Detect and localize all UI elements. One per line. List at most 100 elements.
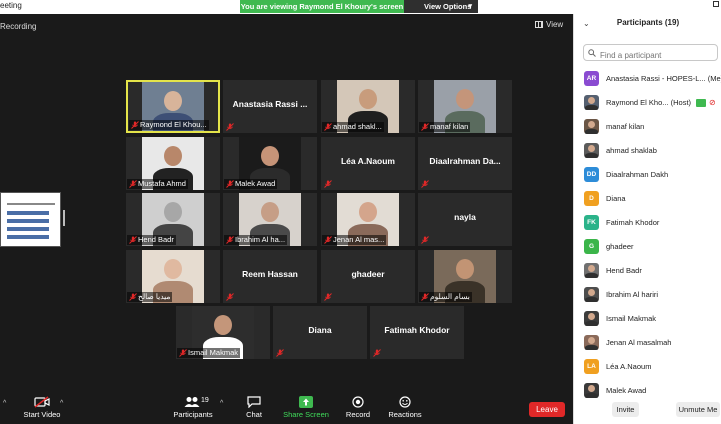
participants-footer: Invite Unmute Me	[574, 402, 721, 422]
avatar-photo-body	[585, 345, 598, 350]
search-input[interactable]	[600, 48, 710, 63]
unmute-me-button[interactable]: Unmute Me	[676, 402, 720, 417]
person-head	[359, 89, 377, 109]
participant-row[interactable]: DD Diaalrahman Dakh	[574, 163, 721, 187]
participant-row[interactable]: manaf kilan	[574, 115, 721, 139]
video-tile[interactable]: Ismail Makmak	[176, 306, 270, 359]
video-tile[interactable]: Raymond El Khou...	[126, 80, 220, 133]
share-screen-label: Share Screen	[283, 410, 329, 419]
avatar-photo-head	[588, 97, 595, 104]
thumbnail-line	[7, 219, 49, 223]
participant-row[interactable]: Hend Badr	[574, 259, 721, 283]
video-tile[interactable]: Diana	[273, 306, 367, 359]
muted-mic-icon	[226, 180, 234, 188]
start-video-button[interactable]: Start Video	[22, 396, 62, 419]
video-options-caret[interactable]: ^	[60, 400, 63, 407]
video-tile[interactable]: Ibrahim Al ha...	[223, 193, 317, 246]
video-tile[interactable]: ahmad shakl...	[321, 80, 415, 133]
muted-mic-icon	[276, 349, 284, 357]
participant-row[interactable]: AR Anastasia Rassi - HOPES-L... (Me)	[574, 67, 721, 91]
participant-name-center: Anastasia Rassi ...	[232, 99, 308, 109]
video-tile[interactable]: بسام السلوم	[418, 250, 512, 303]
video-tile[interactable]: Hend Badr	[126, 193, 220, 246]
video-tile[interactable]: Léa A.Naoum	[321, 137, 415, 190]
avatar	[584, 287, 599, 302]
participants-icon	[184, 397, 200, 407]
participant-row[interactable]: ahmad shaklab	[574, 139, 721, 163]
thumbnail-line	[7, 235, 49, 239]
invite-button[interactable]: Invite	[612, 402, 639, 417]
sharing-icon	[696, 99, 706, 107]
video-tile[interactable]: nayla	[418, 193, 512, 246]
participant-row[interactable]: Jenan Al masalmah	[574, 331, 721, 355]
participants-panel-title: Participants (19)	[616, 18, 680, 27]
participant-search[interactable]	[583, 44, 718, 63]
video-tile[interactable]: Diaalrahman Da...	[418, 137, 512, 190]
participant-row[interactable]: D Diana	[574, 187, 721, 211]
participant-row[interactable]: LA Léa A.Naoum	[574, 355, 721, 379]
splitter-handle[interactable]	[63, 210, 65, 226]
participant-row[interactable]: Gghadeer	[574, 235, 721, 259]
participant-name-center: Diaalrahman Da...	[429, 156, 501, 166]
avatar-photo-head	[588, 289, 595, 296]
window-title: eeting	[0, 1, 22, 10]
video-tile[interactable]: Mustafa Ahmd	[126, 137, 220, 190]
share-screen-button[interactable]: Share Screen	[283, 396, 329, 419]
participants-options-caret[interactable]: ^	[220, 400, 223, 407]
maximize-icon[interactable]	[713, 1, 719, 7]
avatar: G	[584, 239, 599, 254]
participant-name: Diana	[606, 194, 626, 203]
participant-name: Léa A.Naoum	[606, 362, 652, 371]
view-options-button[interactable]: View Options ▾	[404, 0, 478, 13]
video-tile[interactable]: Anastasia Rassi ...	[223, 80, 317, 133]
thumbnail-line	[7, 203, 55, 205]
view-button-label: View	[546, 20, 564, 29]
participant-row[interactable]: Malek Awad	[574, 379, 721, 403]
chevron-down-icon: ▾	[468, 3, 472, 10]
video-tile[interactable]: Malek Awad	[223, 137, 317, 190]
muted-mic-icon	[421, 293, 429, 301]
participant-name: Malek Awad	[606, 386, 647, 395]
participant-row[interactable]: Ismail Makmak	[574, 307, 721, 331]
chat-button[interactable]: Chat	[241, 396, 267, 419]
avatar: LA	[584, 359, 599, 374]
participant-name-center: Léa A.Naoum	[340, 156, 395, 166]
video-off-icon	[34, 396, 50, 408]
person-head	[359, 202, 377, 222]
muted-mic-icon	[324, 180, 332, 188]
muted-mic-icon	[373, 349, 381, 357]
avatar: FK	[584, 215, 599, 230]
reactions-button[interactable]: Reactions	[387, 396, 423, 419]
avatar-photo-head	[588, 145, 595, 152]
muted-mic-icon	[226, 236, 234, 244]
video-tile[interactable]: Fatimah Khodor	[370, 306, 464, 359]
smiley-icon	[399, 396, 411, 408]
participants-panel: ⌄ Participants (19) ARAnastasia Rassi - …	[573, 14, 721, 424]
video-tile[interactable]: ميديا صالح	[126, 250, 220, 303]
leave-button[interactable]: Leave	[529, 402, 565, 417]
participant-row[interactable]: Raymond El Kho... (Host) ⊘	[574, 91, 721, 115]
avatar	[584, 263, 599, 278]
record-button[interactable]: Record	[343, 396, 373, 419]
video-tile[interactable]: Reem Hassan	[223, 250, 317, 303]
avatar	[584, 143, 599, 158]
video-tile[interactable]: Jenan Al mas...	[321, 193, 415, 246]
shared-screen-thumbnail[interactable]	[0, 192, 61, 247]
chat-icon	[247, 396, 261, 408]
participant-name: Hend Badr	[606, 266, 642, 275]
start-video-label: Start Video	[23, 410, 61, 419]
muted-mic-icon	[324, 123, 332, 131]
panel-title-strip	[573, 0, 721, 14]
audio-options-caret[interactable]: ^	[3, 400, 6, 407]
muted-mic-icon	[421, 180, 429, 188]
meeting-toolbar: ^ Start Video ^ Participants 19 ^ Chat S…	[0, 392, 573, 424]
video-stage: Recording View Raymond El Khou... Anastas…	[0, 14, 573, 392]
muted-mic-icon	[324, 293, 332, 301]
person-head	[214, 315, 232, 335]
participant-row[interactable]: Ibrahim Al hariri	[574, 283, 721, 307]
video-tile[interactable]: ghadeer	[321, 250, 415, 303]
muted-mic-icon	[226, 123, 234, 131]
participant-row[interactable]: FK Fatimah Khodor	[574, 211, 721, 235]
video-tile[interactable]: manaf kilan	[418, 80, 512, 133]
view-button[interactable]: View	[535, 20, 563, 29]
